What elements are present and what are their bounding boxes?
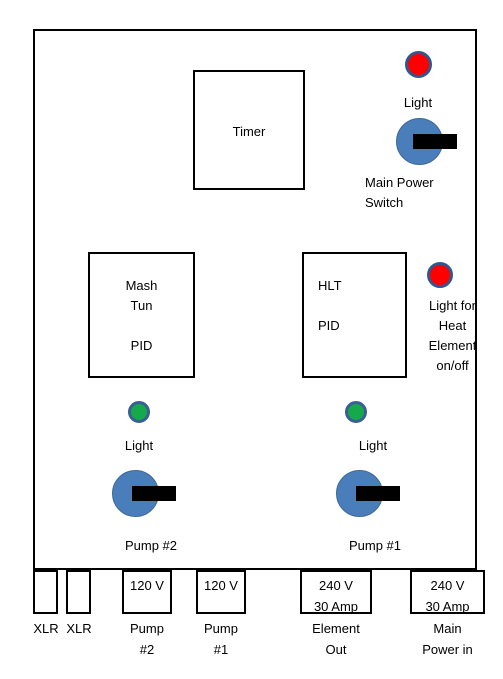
hlt-pid-module[interactable]: HLT PID	[302, 252, 407, 378]
main-power-light-icon	[405, 51, 432, 78]
pump1-switch-handle[interactable]	[356, 486, 400, 501]
pump1-light-icon	[345, 401, 367, 423]
pump2-light-label: Light	[124, 438, 154, 453]
connector-element-out-label: Element Out	[312, 621, 360, 657]
timer-module[interactable]: Timer	[193, 70, 305, 190]
main-power-switch[interactable]	[396, 118, 460, 166]
connector-element-out[interactable]: 240 V 30 Amp	[300, 570, 372, 614]
connector-main-power-in[interactable]: 240 V 30 Amp	[410, 570, 485, 614]
main-power-light-label: Light	[403, 95, 433, 110]
control-panel-diagram: Timer Mash Tun PID HLT PID Light Main Po…	[0, 0, 503, 679]
mash-tun-pid-label: Mash Tun PID	[125, 278, 158, 353]
pump1-switch-label: Pump #1	[348, 538, 402, 553]
connector-main-power-in-label: Main Power in	[422, 621, 473, 657]
connector-pump-2-outlet[interactable]: 120 V	[122, 570, 172, 614]
pump1-light-label: Light	[358, 438, 388, 453]
pump1-switch[interactable]	[336, 470, 406, 518]
main-power-switch-handle[interactable]	[413, 134, 457, 149]
heat-element-light-icon	[427, 262, 453, 288]
timer-label: Timer	[232, 124, 266, 139]
connector-xlr-1[interactable]	[33, 570, 58, 614]
connector-pump-2-outlet-label: Pump #2	[130, 621, 164, 657]
connector-pump-1-outlet[interactable]: 120 V	[196, 570, 246, 614]
pump2-light-icon	[128, 401, 150, 423]
main-power-switch-label: Main Power Switch	[365, 175, 434, 210]
connector-xlr-2[interactable]	[66, 570, 91, 614]
pump2-switch-handle[interactable]	[132, 486, 176, 501]
mash-tun-pid-module[interactable]: Mash Tun PID	[88, 252, 195, 378]
hlt-pid-label: HLT PID	[318, 278, 342, 333]
pump2-switch-label: Pump #2	[124, 538, 178, 553]
heat-element-light-label: Light for Heat Element on/off	[428, 298, 477, 373]
pump2-switch[interactable]	[112, 470, 182, 518]
connector-xlr-2-label: XLR	[66, 621, 92, 636]
connector-pump-1-outlet-label: Pump #1	[204, 621, 238, 657]
